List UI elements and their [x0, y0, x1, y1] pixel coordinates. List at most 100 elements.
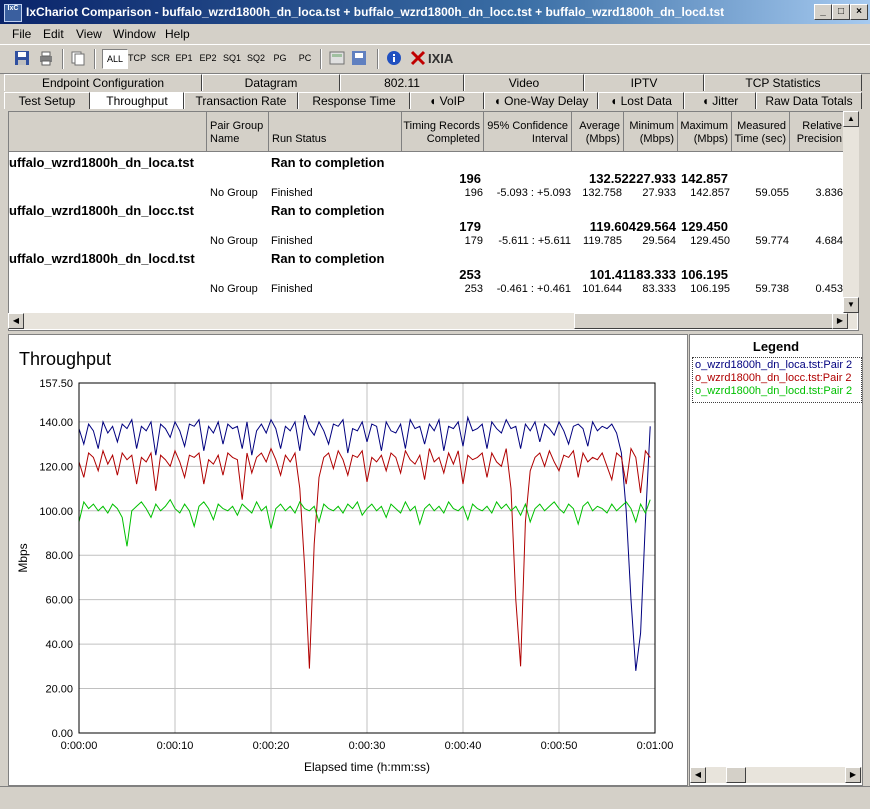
- header-pair-group-name[interactable]: Pair Group Name: [207, 112, 269, 152]
- minimize-button[interactable]: _: [814, 4, 832, 20]
- grid-vertical-scrollbar[interactable]: ▲ ▼: [843, 111, 859, 313]
- tab-endpoint-configuration[interactable]: Endpoint Configuration: [4, 74, 202, 91]
- tab-voip[interactable]: ◖ VoIP: [410, 92, 484, 109]
- header-test-name[interactable]: [9, 112, 207, 152]
- export-icon[interactable]: [351, 50, 367, 66]
- test-name[interactable]: uffalo_wzrd1800h_dn_locd.tst: [9, 251, 195, 266]
- summary-maximum: 129.450: [681, 219, 728, 234]
- window-title: IxChariot Comparison - buffalo_wzrd1800h…: [26, 5, 725, 19]
- pair-average: 119.785: [583, 235, 622, 247]
- legend-item-loca[interactable]: o_wzrd1800h_dn_loca.tst:Pair 2: [695, 359, 852, 371]
- header-relative-precision[interactable]: Relative Precision: [790, 112, 846, 152]
- tab-tcp-statistics[interactable]: TCP Statistics: [704, 74, 862, 91]
- pair-relative-precision: 3.836: [815, 187, 843, 199]
- tab-video[interactable]: Video: [464, 74, 584, 91]
- chart-title: Throughput: [19, 349, 111, 369]
- filter-tcp-button[interactable]: TCP: [128, 49, 146, 67]
- filter-pg-button[interactable]: PG: [272, 49, 288, 67]
- y-tick-label: 20.00: [45, 684, 73, 696]
- tab-datagram[interactable]: Datagram: [202, 74, 340, 91]
- filter-sq2-button[interactable]: SQ2: [247, 49, 265, 67]
- pair-group: No Group: [210, 283, 258, 295]
- toolbar-separator: [94, 49, 96, 69]
- header-timing-records[interactable]: Timing Records Completed: [402, 112, 484, 152]
- header-confidence-interval[interactable]: 95% Confidence Interval: [484, 112, 572, 152]
- pair-status: Finished: [271, 187, 313, 199]
- lost-data-icon: ◖: [610, 94, 621, 108]
- info-icon[interactable]: [386, 50, 402, 66]
- test-name[interactable]: uffalo_wzrd1800h_dn_loca.tst: [9, 155, 194, 170]
- menu-file[interactable]: File: [12, 27, 31, 41]
- copy-icon[interactable]: [70, 50, 86, 66]
- chart-options-icon[interactable]: [329, 50, 345, 66]
- legend-item-locd[interactable]: o_wzrd1800h_dn_locd.tst:Pair 2: [695, 385, 852, 397]
- menu-help[interactable]: Help: [165, 27, 190, 41]
- tab-802-11[interactable]: 802.11: [340, 74, 464, 91]
- pair-maximum: 106.195: [690, 283, 730, 295]
- tab-throughput[interactable]: Throughput: [90, 92, 184, 109]
- scroll-left-icon[interactable]: ◀: [690, 767, 706, 783]
- filter-scr-button[interactable]: SCR: [151, 49, 170, 67]
- title-bar: IxC IxChariot Comparison - buffalo_wzrd1…: [0, 0, 870, 24]
- filter-pc-button[interactable]: PC: [297, 49, 313, 67]
- y-tick-label: 100.00: [39, 506, 73, 518]
- filter-ep1-button[interactable]: EP1: [175, 49, 193, 67]
- tab-test-setup[interactable]: Test Setup: [4, 92, 90, 109]
- maximize-button[interactable]: □: [832, 4, 850, 20]
- tab-one-way-delay-label: One-Way Delay: [504, 94, 589, 108]
- tab-response-time[interactable]: Response Time: [298, 92, 410, 109]
- summary-records: 253: [459, 267, 481, 282]
- tab-lost-data[interactable]: ◖ Lost Data: [598, 92, 684, 109]
- header-measured-time[interactable]: Measured Time (sec): [732, 112, 790, 152]
- pair-maximum: 129.450: [690, 235, 730, 247]
- header-average[interactable]: Average (Mbps): [572, 112, 624, 152]
- scroll-thumb[interactable]: [726, 767, 746, 783]
- header-minimum[interactable]: Minimum (Mbps): [624, 112, 678, 152]
- scroll-thumb[interactable]: [574, 313, 834, 329]
- legend-item-locc[interactable]: o_wzrd1800h_dn_locc.tst:Pair 2: [695, 372, 852, 384]
- grid-horizontal-scrollbar[interactable]: ◀ ▶: [8, 313, 857, 329]
- menu-window[interactable]: Window: [113, 27, 156, 41]
- pair-measured-time: 59.738: [755, 283, 789, 295]
- pair-maximum: 142.857: [690, 187, 730, 199]
- run-status: Ran to completion: [271, 203, 385, 218]
- header-run-status[interactable]: Run Status: [269, 112, 402, 152]
- legend-panel: Legend o_wzrd1800h_dn_loca.tst:Pair 2 o_…: [689, 334, 863, 786]
- tab-row-front: Test Setup Throughput Transaction Rate R…: [4, 92, 866, 109]
- scroll-right-icon[interactable]: ▶: [845, 767, 861, 783]
- legend-title: Legend: [752, 339, 800, 354]
- delay-icon: ◖: [493, 94, 505, 108]
- series-line-0: [78, 415, 651, 671]
- scroll-right-icon[interactable]: ▶: [832, 313, 848, 329]
- save-icon[interactable]: [14, 50, 30, 66]
- pair-average: 101.644: [582, 283, 622, 295]
- tab-jitter[interactable]: ◖ Jitter: [684, 92, 756, 109]
- scroll-left-icon[interactable]: ◀: [8, 313, 24, 329]
- toolbar-separator: [62, 49, 64, 69]
- scroll-down-icon[interactable]: ▼: [843, 297, 859, 313]
- pair-minimum: 83.333: [642, 283, 676, 295]
- x-tick-label: 0:00:40: [445, 740, 482, 752]
- filter-all-button[interactable]: ALL: [102, 49, 128, 69]
- menu-bar: File Edit View Window Help: [0, 24, 870, 44]
- close-button[interactable]: ×: [850, 4, 868, 20]
- tab-transaction-rate[interactable]: Transaction Rate: [184, 92, 298, 109]
- menu-view[interactable]: View: [76, 27, 102, 41]
- filter-sq1-button[interactable]: SQ1: [223, 49, 241, 67]
- pair-records: 253: [464, 283, 483, 295]
- tab-iptv[interactable]: IPTV: [584, 74, 704, 91]
- results-grid: Pair Group Name Run Status Timing Record…: [8, 111, 859, 331]
- test-name[interactable]: uffalo_wzrd1800h_dn_locc.tst: [9, 203, 194, 218]
- pair-confidence: -5.093 : +5.093: [496, 187, 571, 199]
- scroll-up-icon[interactable]: ▲: [843, 111, 859, 127]
- pair-records: 196: [464, 187, 483, 199]
- tab-raw-data-totals[interactable]: Raw Data Totals: [756, 92, 862, 109]
- legend-horizontal-scrollbar[interactable]: ◀ ▶: [690, 767, 862, 783]
- print-icon[interactable]: [38, 50, 54, 66]
- tab-one-way-delay[interactable]: ◖ One-Way Delay: [484, 92, 598, 109]
- menu-edit[interactable]: Edit: [43, 27, 64, 41]
- header-maximum[interactable]: Maximum (Mbps): [678, 112, 732, 152]
- toolbar-separator: [320, 49, 322, 69]
- summary-minimum: 83.333: [636, 267, 676, 282]
- filter-ep2-button[interactable]: EP2: [199, 49, 217, 67]
